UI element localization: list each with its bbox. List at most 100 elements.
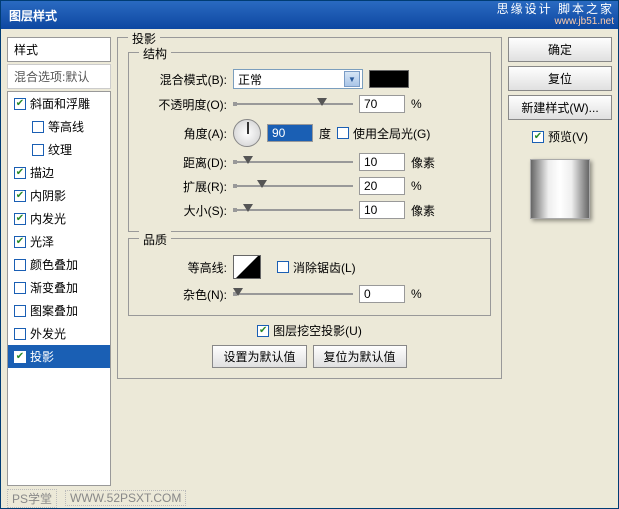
opacity-label: 不透明度(O):: [137, 96, 227, 113]
distance-input[interactable]: 10: [359, 153, 405, 171]
sidebar-item[interactable]: 图案叠加: [8, 299, 110, 322]
checkbox-icon: [14, 351, 26, 363]
footer-brand: PS学堂: [7, 489, 57, 508]
checkbox-icon: [257, 325, 269, 337]
angle-dial[interactable]: [233, 119, 261, 147]
sidebar-item[interactable]: 等高线: [8, 115, 110, 138]
dialog-window: 图层样式 思缘设计 脚本之家 www.jb51.net 样式 混合选项:默认 斜…: [0, 0, 619, 509]
preview-thumbnail: [530, 159, 590, 219]
sidebar-item[interactable]: 斜面和浮雕: [8, 92, 110, 115]
blend-mode-select[interactable]: 正常 ▼: [233, 69, 363, 89]
checkbox-icon: [532, 131, 544, 143]
sidebar-item[interactable]: 外发光: [8, 322, 110, 345]
size-row: 大小(S): 10 像素: [137, 201, 482, 219]
noise-slider[interactable]: [233, 293, 353, 295]
size-input[interactable]: 10: [359, 201, 405, 219]
sidebar-item[interactable]: 内阴影: [8, 184, 110, 207]
effect-group: 投影 结构 混合模式(B): 正常 ▼ 不透明度(O):: [117, 37, 502, 379]
ok-button[interactable]: 确定: [508, 37, 612, 62]
noise-label: 杂色(N):: [137, 286, 227, 303]
blend-mode-row: 混合模式(B): 正常 ▼: [137, 69, 482, 89]
sidebar-item-label: 等高线: [48, 118, 84, 135]
noise-row: 杂色(N): 0 %: [137, 285, 482, 303]
new-style-button[interactable]: 新建样式(W)...: [508, 95, 612, 120]
contour-label: 等高线:: [137, 259, 227, 276]
default-buttons: 设置为默认值 复位为默认值: [128, 345, 491, 368]
angle-label: 角度(A):: [137, 125, 227, 142]
distance-slider[interactable]: [233, 161, 353, 163]
sidebar-item-label: 光泽: [30, 233, 54, 250]
noise-input[interactable]: 0: [359, 285, 405, 303]
set-default-button[interactable]: 设置为默认值: [212, 345, 306, 368]
cancel-button[interactable]: 复位: [508, 66, 612, 91]
structure-title: 结构: [139, 45, 171, 62]
sidebar-item[interactable]: 内发光: [8, 207, 110, 230]
spread-label: 扩展(R):: [137, 178, 227, 195]
checkbox-icon: [277, 261, 289, 273]
sidebar-item-label: 外发光: [30, 325, 66, 342]
sidebar-item-label: 投影: [30, 348, 54, 365]
knockout-row: 图层挖空投影(U): [128, 322, 491, 339]
checkbox-icon: [14, 213, 26, 225]
reset-default-button[interactable]: 复位为默认值: [313, 345, 407, 368]
sidebar-item[interactable]: 颜色叠加: [8, 253, 110, 276]
size-label: 大小(S):: [137, 202, 227, 219]
sidebar-subheader[interactable]: 混合选项:默认: [7, 64, 111, 89]
global-light-checkbox[interactable]: 使用全局光(G): [337, 125, 430, 142]
sidebar-item[interactable]: 描边: [8, 161, 110, 184]
sidebar-item-label: 内发光: [30, 210, 66, 227]
shadow-color-swatch[interactable]: [369, 70, 409, 88]
main-panel: 投影 结构 混合模式(B): 正常 ▼ 不透明度(O):: [117, 37, 502, 486]
window-title: 图层样式: [5, 7, 57, 24]
titlebar: 图层样式 思缘设计 脚本之家 www.jb51.net: [1, 1, 618, 29]
sidebar-item-label: 内阴影: [30, 187, 66, 204]
knockout-checkbox[interactable]: 图层挖空投影(U): [257, 322, 362, 339]
antialias-checkbox[interactable]: 消除锯齿(L): [277, 259, 356, 276]
distance-row: 距离(D): 10 像素: [137, 153, 482, 171]
opacity-slider[interactable]: [233, 103, 353, 105]
opacity-row: 不透明度(O): 70 %: [137, 95, 482, 113]
spread-slider[interactable]: [233, 185, 353, 187]
checkbox-icon: [14, 190, 26, 202]
sidebar-item[interactable]: 投影: [8, 345, 110, 368]
checkbox-icon: [14, 98, 26, 110]
quality-title: 品质: [139, 231, 171, 248]
chevron-down-icon: ▼: [344, 71, 360, 87]
sidebar-item[interactable]: 纹理: [8, 138, 110, 161]
contour-swatch[interactable]: [233, 255, 261, 279]
spread-input[interactable]: 20: [359, 177, 405, 195]
right-panel: 确定 复位 新建样式(W)... 预览(V): [508, 37, 612, 486]
sidebar-item-label: 图案叠加: [30, 302, 78, 319]
size-slider[interactable]: [233, 209, 353, 211]
spread-row: 扩展(R): 20 %: [137, 177, 482, 195]
sidebar-item[interactable]: 光泽: [8, 230, 110, 253]
preview-checkbox[interactable]: 预览(V): [508, 128, 612, 145]
distance-label: 距离(D):: [137, 154, 227, 171]
sidebar-header[interactable]: 样式: [7, 37, 111, 62]
sidebar-item-label: 描边: [30, 164, 54, 181]
checkbox-icon: [14, 328, 26, 340]
angle-input[interactable]: 90: [267, 124, 313, 142]
checkbox-icon: [14, 259, 26, 271]
sidebar-item[interactable]: 渐变叠加: [8, 276, 110, 299]
sidebar-item-label: 颜色叠加: [30, 256, 78, 273]
sidebar-item-label: 纹理: [48, 141, 72, 158]
quality-group: 品质 等高线: 消除锯齿(L) 杂色(N): 0: [128, 238, 491, 316]
checkbox-icon: [14, 236, 26, 248]
sidebar-list: 斜面和浮雕等高线纹理描边内阴影内发光光泽颜色叠加渐变叠加图案叠加外发光投影: [7, 91, 111, 486]
structure-group: 结构 混合模式(B): 正常 ▼ 不透明度(O): 70 %: [128, 52, 491, 232]
titlebar-brand: 思缘设计 脚本之家 www.jb51.net: [497, 3, 614, 27]
checkbox-icon: [32, 144, 44, 156]
contour-row: 等高线: 消除锯齿(L): [137, 255, 482, 279]
sidebar-item-label: 斜面和浮雕: [30, 95, 90, 112]
checkbox-icon: [14, 305, 26, 317]
sidebar: 样式 混合选项:默认 斜面和浮雕等高线纹理描边内阴影内发光光泽颜色叠加渐变叠加图…: [7, 37, 111, 486]
checkbox-icon: [14, 167, 26, 179]
angle-row: 角度(A): 90 度 使用全局光(G): [137, 119, 482, 147]
footer-url: WWW.52PSXT.COM: [65, 490, 186, 506]
opacity-input[interactable]: 70: [359, 95, 405, 113]
checkbox-icon: [14, 282, 26, 294]
sidebar-item-label: 渐变叠加: [30, 279, 78, 296]
checkbox-icon: [337, 127, 349, 139]
footer: PS学堂 WWW.52PSXT.COM: [1, 488, 618, 508]
